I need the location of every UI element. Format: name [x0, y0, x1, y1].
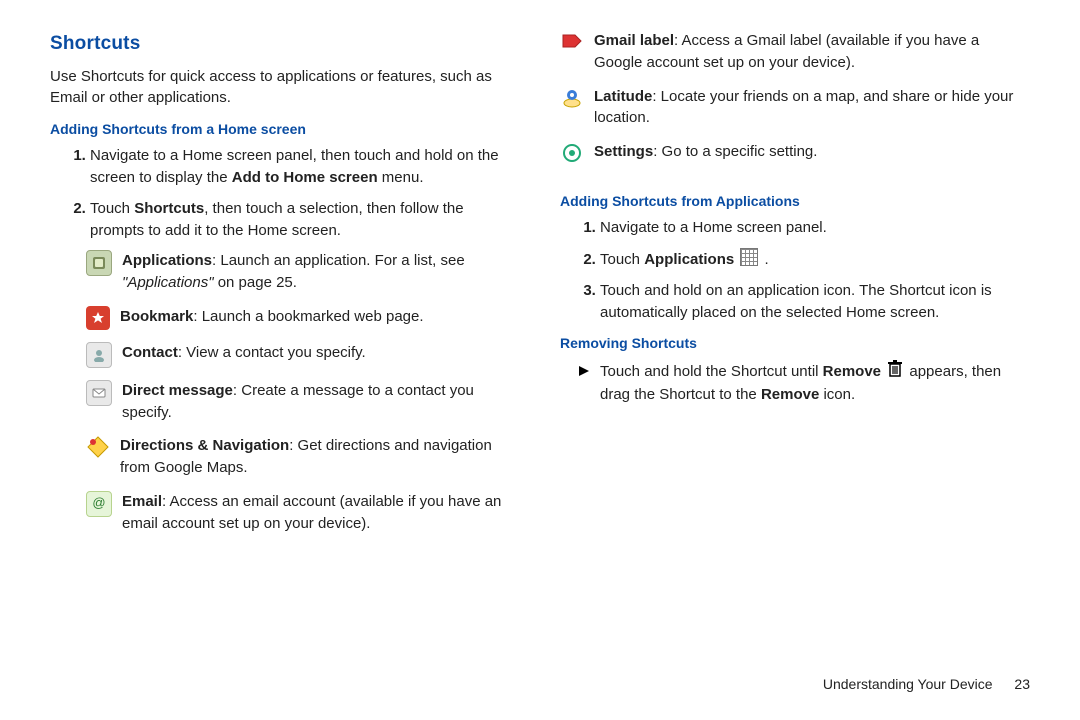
row-settings: Settings: Go to a specific setting.	[560, 141, 1030, 165]
subhead-add-home: Adding Shortcuts from a Home screen	[50, 119, 520, 139]
latitude-icon	[560, 86, 584, 110]
row-applications: Applications: Launch an application. For…	[86, 250, 520, 294]
remove-bullet: Touch and hold the Shortcut until Remove…	[578, 360, 1030, 407]
row-latitude: Latitude: Locate your friends on a map, …	[560, 86, 1030, 130]
settings-icon	[560, 141, 584, 165]
trash-icon	[887, 360, 903, 385]
applications-grid-icon	[740, 248, 758, 266]
page-footer: Understanding Your Device 23	[823, 674, 1030, 694]
row-directions: Directions & Navigation: Get directions …	[86, 435, 520, 479]
row-gmail-label: Gmail label: Access a Gmail label (avail…	[560, 30, 1030, 74]
applications-icon	[86, 250, 112, 276]
direct-message-icon	[86, 380, 112, 406]
contact-icon	[86, 342, 112, 368]
bookmark-icon	[86, 306, 110, 330]
subhead-add-apps: Adding Shortcuts from Applications	[560, 191, 1030, 211]
steps-add-home: Navigate to a Home screen panel, then to…	[50, 145, 520, 241]
footer-section: Understanding Your Device	[823, 676, 993, 692]
gmail-label-icon	[560, 30, 584, 54]
step-1: Navigate to a Home screen panel, then to…	[90, 145, 520, 189]
row-contact: Contact: View a contact you specify.	[86, 342, 520, 368]
steps-add-apps: Navigate to a Home screen panel. Touch A…	[560, 217, 1030, 323]
apps-step-1: Navigate to a Home screen panel.	[600, 217, 1030, 239]
row-direct-message: Direct message: Create a message to a co…	[86, 380, 520, 424]
apps-step-2: Touch Applications .	[600, 248, 1030, 271]
directions-icon	[86, 435, 110, 459]
subhead-remove: Removing Shortcuts	[560, 333, 1030, 353]
row-bookmark: Bookmark: Launch a bookmarked web page.	[86, 306, 520, 330]
step-2: Touch Shortcuts, then touch a selection,…	[90, 198, 520, 242]
row-email: @ Email: Access an email account (availa…	[86, 491, 520, 535]
footer-page-number: 23	[1014, 676, 1030, 692]
bullet-arrow-icon	[578, 362, 590, 384]
section-title: Shortcuts	[50, 30, 520, 58]
email-icon: @	[86, 491, 112, 517]
apps-step-3: Touch and hold on an application icon. T…	[600, 280, 1030, 324]
intro-text: Use Shortcuts for quick access to applic…	[50, 66, 520, 110]
